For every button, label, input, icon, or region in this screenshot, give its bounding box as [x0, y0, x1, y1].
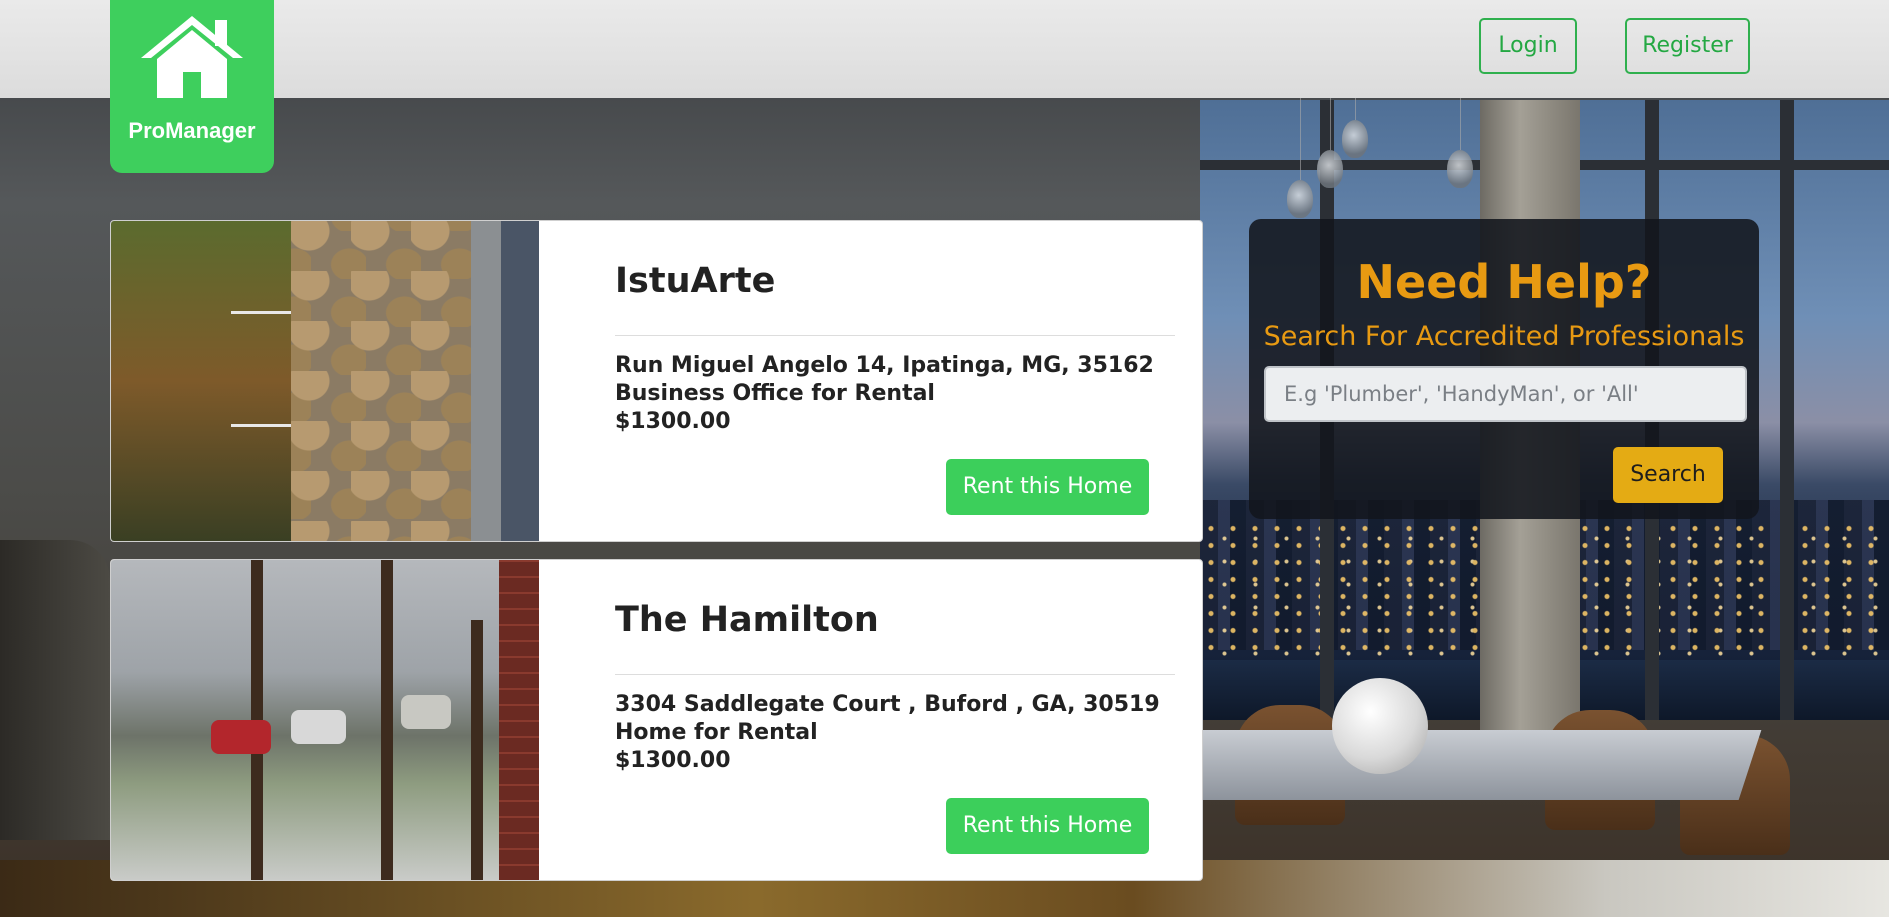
- house-icon: [141, 16, 243, 98]
- listing-title: The Hamilton: [615, 600, 879, 640]
- divider: [615, 674, 1175, 675]
- logo[interactable]: ProManager: [110, 0, 274, 173]
- divider: [615, 335, 1175, 336]
- logo-text: ProManager: [128, 118, 256, 143]
- listing-price: $1300.00: [615, 748, 731, 773]
- listing-price: $1300.00: [615, 409, 731, 434]
- listing-photo: [111, 560, 539, 880]
- help-title: Need Help?: [1356, 255, 1652, 309]
- rent-home-button[interactable]: Rent this Home: [946, 798, 1149, 854]
- top-header: ProManager Login Register: [0, 0, 1889, 173]
- listing-card: IstuArte Run Miguel Angelo 14, Ipatinga,…: [110, 220, 1203, 542]
- listing-type: Home for Rental: [615, 720, 818, 745]
- listing-address: Run Miguel Angelo 14, Ipatinga, MG, 3516…: [615, 353, 1154, 378]
- help-search-panel: Need Help? Search For Accredited Profess…: [1249, 219, 1759, 519]
- help-subtitle: Search For Accredited Professionals: [1263, 321, 1745, 352]
- listing-photo: [111, 221, 539, 541]
- listing-card: The Hamilton 3304 Saddlegate Court , Buf…: [110, 559, 1203, 881]
- search-button[interactable]: Search: [1613, 447, 1723, 503]
- listing-title: IstuArte: [615, 261, 776, 301]
- login-button[interactable]: Login: [1479, 18, 1577, 74]
- register-button[interactable]: Register: [1625, 18, 1750, 74]
- listing-type: Business Office for Rental: [615, 381, 935, 406]
- listing-address: 3304 Saddlegate Court , Buford , GA, 305…: [615, 692, 1160, 717]
- rent-home-button[interactable]: Rent this Home: [946, 459, 1149, 515]
- professional-search-input[interactable]: [1264, 366, 1747, 422]
